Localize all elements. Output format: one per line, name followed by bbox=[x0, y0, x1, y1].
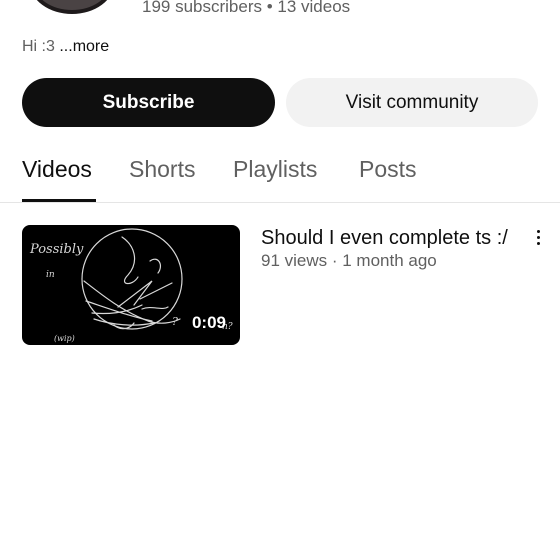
tab-playlists[interactable]: Playlists bbox=[233, 156, 317, 183]
channel-stats: 199 subscribers • 13 videos bbox=[142, 0, 351, 16]
video-meta: 91 views · 1 month ago bbox=[261, 251, 437, 270]
active-tab-indicator bbox=[22, 199, 96, 202]
duration-badge: 0:09 bbox=[191, 313, 226, 332]
more-vert-icon[interactable] bbox=[528, 225, 548, 251]
tab-posts[interactable]: Posts bbox=[359, 156, 417, 183]
tab-videos[interactable]: Videos bbox=[22, 156, 92, 183]
visit-community-button[interactable]: Visit community bbox=[286, 78, 538, 127]
more-link[interactable]: ...more bbox=[55, 38, 109, 55]
tab-shorts[interactable]: Shorts bbox=[129, 156, 195, 183]
channel-description[interactable]: Hi :3 ...more bbox=[22, 38, 109, 56]
video-list-item[interactable]: Possibly in (wip) ? n? 0:09 Should I eve… bbox=[0, 225, 560, 345]
description-text: Hi :3 bbox=[22, 38, 55, 55]
video-thumbnail[interactable]: Possibly in (wip) ? n? 0:09 bbox=[22, 225, 240, 345]
svg-text:in: in bbox=[46, 270, 55, 280]
svg-text:Possibly: Possibly bbox=[29, 242, 84, 257]
subscribe-button[interactable]: Subscribe bbox=[22, 78, 275, 127]
svg-text:(wip): (wip) bbox=[54, 334, 75, 343]
channel-tabs: Videos Shorts Playlists Posts bbox=[0, 148, 560, 203]
video-title[interactable]: Should I even complete ts :/ bbox=[261, 227, 508, 250]
svg-text:?: ? bbox=[172, 315, 178, 328]
channel-avatar[interactable] bbox=[30, 0, 114, 14]
